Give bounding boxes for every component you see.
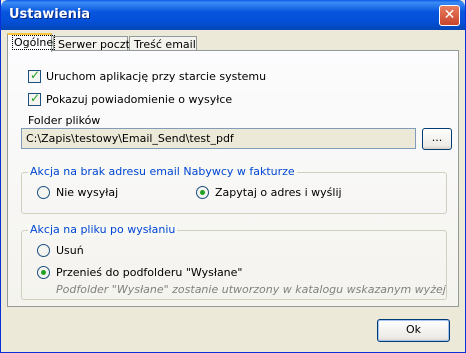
notify-checkbox-label[interactable]: Pokazuj powiadomienie o wysyłce xyxy=(46,93,232,106)
close-button[interactable]: ✕ xyxy=(439,5,460,26)
radio-move-to-sent[interactable] xyxy=(37,266,50,279)
startup-checkbox-label[interactable]: Uruchom aplikację przy starcie systemu xyxy=(46,70,266,83)
after-send-action-group: Akcja na pliku po wysłaniu Usuń Przenieś… xyxy=(21,223,447,300)
browse-button[interactable]: ... xyxy=(422,128,452,150)
tab-email-content[interactable]: Treść email xyxy=(129,36,197,51)
no-email-group-title: Akcja na brak adresu email Nabywcy w fak… xyxy=(28,165,297,178)
radio-ask-and-send-label[interactable]: Zapytaj o adres i wyślij xyxy=(215,186,342,199)
folder-path-field[interactable]: C:\Zapis\testowy\Email_Send\test_pdf xyxy=(21,128,416,149)
sent-folder-note: Podfolder "Wysłane" zostanie utworzony w… xyxy=(56,283,446,296)
title-bar[interactable]: Ustawienia ✕ xyxy=(1,0,465,30)
startup-checkbox[interactable]: ✓ xyxy=(28,68,41,83)
radio-do-not-send-label[interactable]: Nie wysyłaj xyxy=(56,186,118,199)
folder-label: Folder plików xyxy=(28,114,101,127)
tab-general[interactable]: Ogólne xyxy=(7,33,56,52)
radio-selected-dot xyxy=(41,270,46,275)
ok-button[interactable]: Ok xyxy=(377,319,450,342)
radio-do-not-send[interactable] xyxy=(37,186,50,199)
radio-delete-label[interactable]: Usuń xyxy=(56,244,84,257)
window-title: Ustawienia xyxy=(9,7,91,22)
tab-mail-server[interactable]: Serwer poczty xyxy=(53,36,136,51)
settings-dialog: Ustawienia ✕ Ogólne Serwer poczty Treść … xyxy=(0,0,466,353)
checkmark-icon: ✓ xyxy=(30,68,41,82)
radio-move-to-sent-label[interactable]: Przenieś do podfolderu "Wysłane" xyxy=(56,266,242,279)
checkmark-icon: ✓ xyxy=(30,91,41,105)
no-email-action-group: Akcja na brak adresu email Nabywcy w fak… xyxy=(21,165,447,214)
radio-delete[interactable] xyxy=(37,244,50,257)
radio-selected-dot xyxy=(200,190,205,195)
close-icon: ✕ xyxy=(443,7,456,23)
notify-checkbox[interactable]: ✓ xyxy=(28,91,41,106)
radio-ask-and-send[interactable] xyxy=(196,186,209,199)
after-send-group-title: Akcja na pliku po wysłaniu xyxy=(28,223,178,236)
